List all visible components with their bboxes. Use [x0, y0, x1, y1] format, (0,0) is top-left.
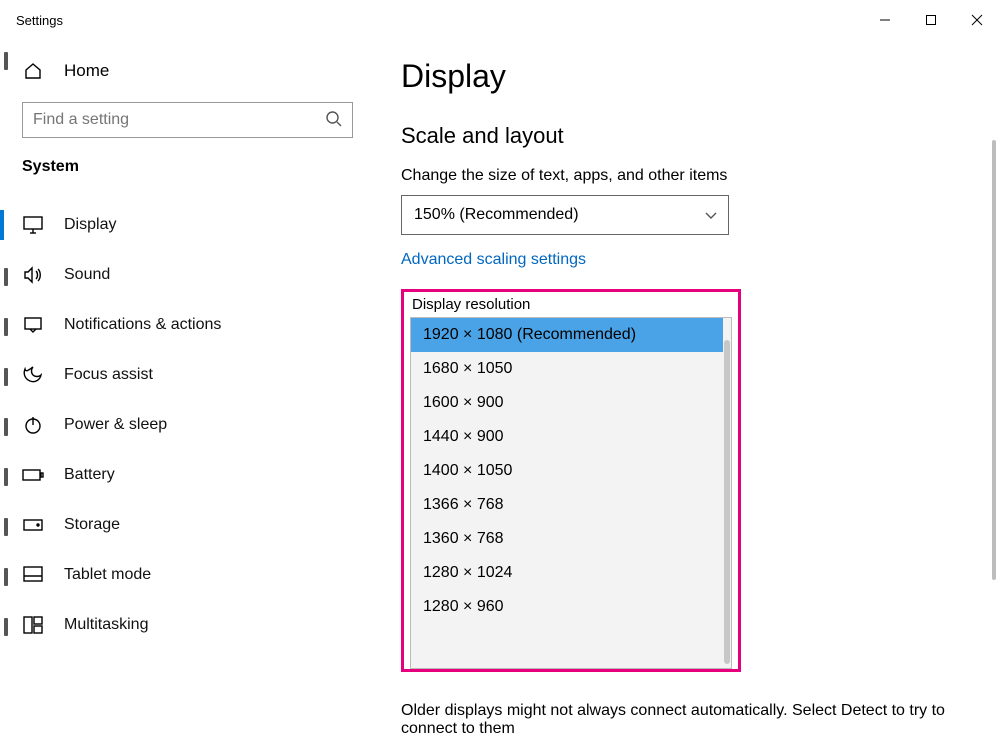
display-icon [22, 214, 44, 236]
nav-display[interactable]: Display [0, 200, 375, 250]
resolution-option[interactable]: 1920 × 1080 (Recommended) [411, 318, 723, 352]
main-panel: Display Scale and layout Change the size… [375, 40, 1000, 734]
sidebar: Home System Display Sound Noti [0, 40, 375, 734]
nav-notifications[interactable]: Notifications & actions [0, 300, 375, 350]
resolution-highlight: Display resolution 1920 × 1080 (Recommen… [401, 289, 741, 672]
chevron-down-icon [704, 208, 718, 222]
listbox-scrollbar[interactable] [724, 340, 730, 664]
nav-storage[interactable]: Storage [0, 500, 375, 550]
search-icon [325, 110, 343, 128]
maximize-button[interactable] [908, 0, 954, 40]
resolution-option[interactable]: 1366 × 768 [411, 488, 723, 522]
nav-label: Storage [64, 516, 120, 534]
nav-label: Power & sleep [64, 416, 167, 434]
nav-tablet-mode[interactable]: Tablet mode [0, 550, 375, 600]
home-nav[interactable]: Home [0, 50, 375, 96]
resolution-option[interactable]: 1280 × 960 [411, 590, 723, 624]
scale-section-title: Scale and layout [401, 123, 974, 149]
truncated-text: Older displays might not always connect … [401, 702, 951, 738]
nav-sound[interactable]: Sound [0, 250, 375, 300]
resolution-label: Display resolution [412, 296, 732, 313]
nav-label: Sound [64, 266, 110, 284]
sound-icon [22, 264, 44, 286]
scale-combobox[interactable]: 150% (Recommended) [401, 195, 729, 235]
focus-assist-icon [22, 364, 44, 386]
scrollbar[interactable] [992, 140, 996, 580]
multitasking-icon [22, 614, 44, 636]
nav-power-sleep[interactable]: Power & sleep [0, 400, 375, 450]
advanced-scaling-link[interactable]: Advanced scaling settings [401, 251, 586, 269]
resolution-option[interactable]: 1600 × 900 [411, 386, 723, 420]
nav-label: Focus assist [64, 366, 153, 384]
nav-multitasking[interactable]: Multitasking [0, 600, 375, 650]
search-input[interactable] [22, 102, 353, 138]
home-icon [22, 60, 44, 82]
resolution-option[interactable]: 1440 × 900 [411, 420, 723, 454]
scale-label: Change the size of text, apps, and other… [401, 167, 974, 185]
home-label: Home [64, 61, 109, 81]
page-title: Display [401, 58, 974, 95]
resolution-option[interactable]: 1360 × 768 [411, 522, 723, 556]
nav-focus-assist[interactable]: Focus assist [0, 350, 375, 400]
section-label: System [0, 154, 375, 186]
power-icon [22, 414, 44, 436]
resolution-option[interactable]: 1680 × 1050 [411, 352, 723, 386]
storage-icon [22, 514, 44, 536]
nav-label: Display [64, 216, 116, 234]
minimize-button[interactable] [862, 0, 908, 40]
resolution-listbox[interactable]: 1920 × 1080 (Recommended) 1680 × 1050 16… [410, 317, 732, 669]
resolution-option[interactable]: 1400 × 1050 [411, 454, 723, 488]
notifications-icon [22, 314, 44, 336]
nav-label: Notifications & actions [64, 316, 221, 334]
close-button[interactable] [954, 0, 1000, 40]
window-title: Settings [16, 13, 63, 28]
resolution-option[interactable]: 1280 × 1024 [411, 556, 723, 590]
battery-icon [22, 464, 44, 486]
scale-combobox-value: 150% (Recommended) [414, 206, 579, 224]
tablet-mode-icon [22, 564, 44, 586]
nav-label: Battery [64, 466, 115, 484]
nav-label: Tablet mode [64, 566, 151, 584]
nav-battery[interactable]: Battery [0, 450, 375, 500]
nav-label: Multitasking [64, 616, 148, 634]
